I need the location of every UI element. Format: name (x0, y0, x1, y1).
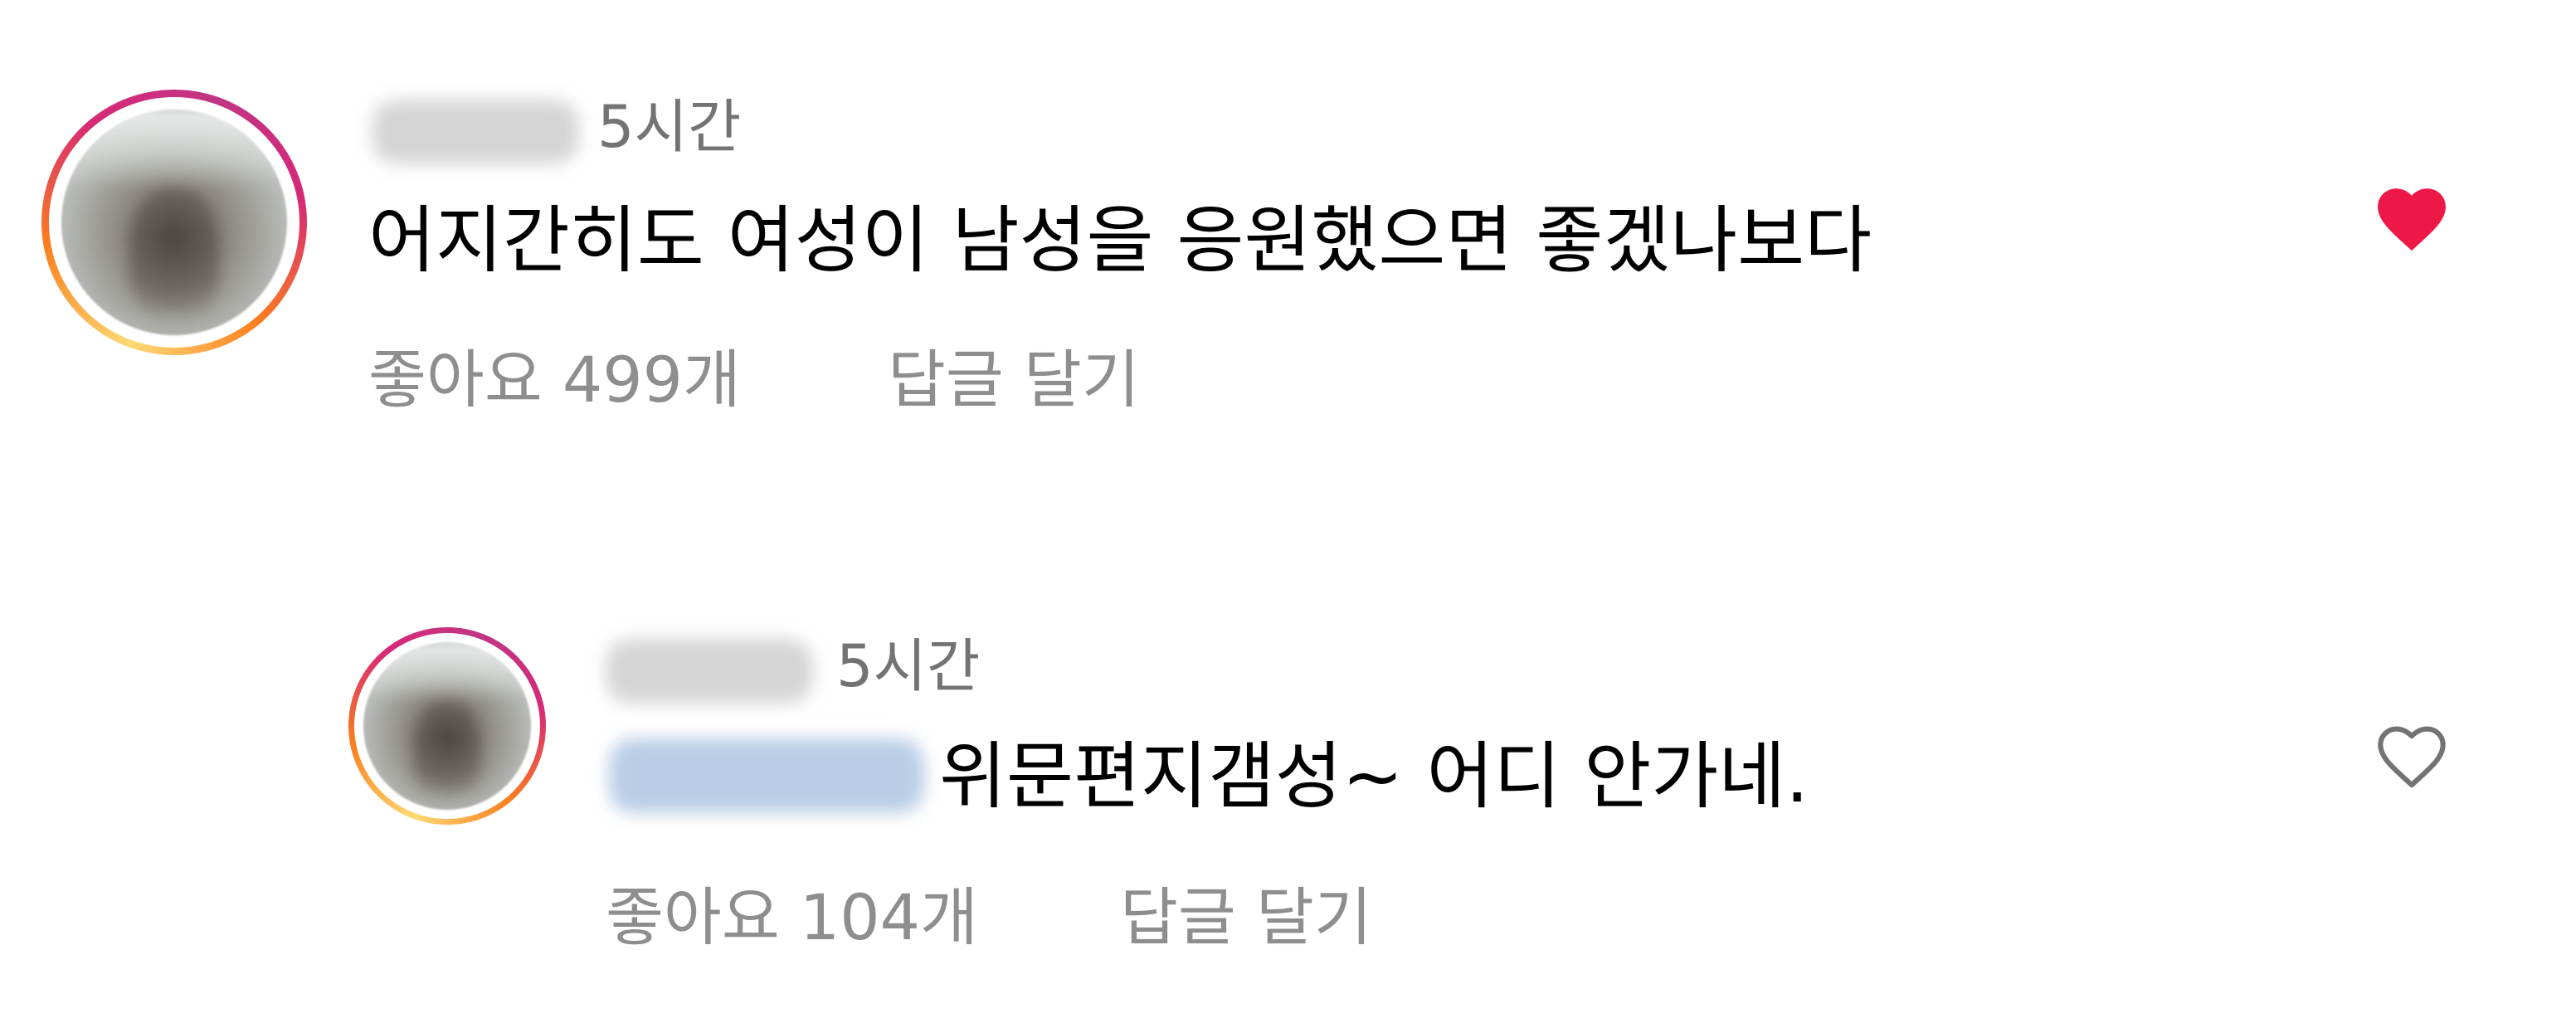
mention-redacted[interactable] (609, 738, 924, 813)
comment-text: 어지간히도 여성이 남성을 응원했으면 좋겠나보다 (368, 197, 1872, 283)
avatar[interactable] (348, 627, 546, 825)
heart-outline-icon (2370, 716, 2453, 791)
avatar[interactable] (41, 90, 307, 355)
comment-thread: 5시간 어지간히도 여성이 남성을 응원했으면 좋겠나보다 좋아요 499개 답… (0, 0, 2576, 1023)
comment-time: 5시간 (597, 93, 742, 161)
avatar-image (363, 642, 531, 810)
avatar-image (61, 110, 287, 335)
comment-text: 위문편지갬성~ 어디 안가네. (939, 733, 1809, 819)
username-redacted[interactable] (606, 639, 813, 704)
like-button[interactable] (2366, 712, 2457, 795)
heart-filled-icon (2370, 178, 2453, 253)
like-count[interactable]: 좋아요 104개 (606, 886, 978, 949)
comment-time: 5시간 (836, 632, 981, 700)
reply-comment-item: 5시간 위문편지갬성~ 어디 안가네. 좋아요 104개 답글 달기 (0, 465, 2576, 1023)
reply-button[interactable]: 답글 달기 (888, 348, 1140, 412)
reply-button[interactable]: 답글 달기 (1120, 886, 1372, 949)
like-button[interactable] (2366, 174, 2457, 257)
comment-item: 5시간 어지간히도 여성이 남성을 응원했으면 좋겠나보다 좋아요 499개 답… (0, 0, 2576, 465)
like-count[interactable]: 좋아요 499개 (368, 348, 741, 412)
username-redacted[interactable] (372, 100, 579, 164)
